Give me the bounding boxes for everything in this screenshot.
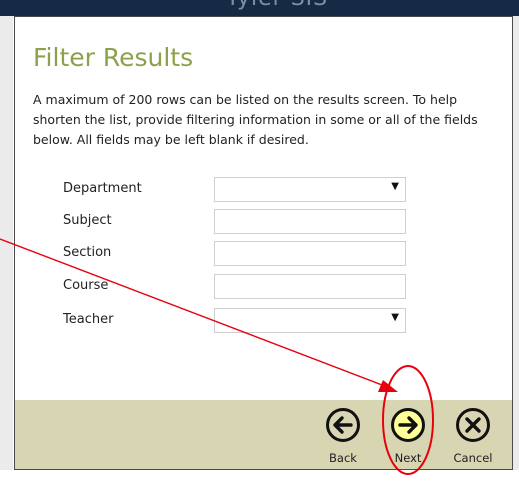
back-button[interactable]: Back <box>321 407 365 467</box>
subject-row: Subject <box>63 209 413 235</box>
department-select[interactable]: ▼ <box>214 177 406 202</box>
teacher-select[interactable]: ▼ <box>214 308 406 333</box>
department-row: Department ▼ <box>63 177 413 203</box>
dialog-button-bar: Back Next Cancel <box>15 400 512 469</box>
backdrop-bottom <box>0 470 519 497</box>
dialog-instructions: A maximum of 200 rows can be listed on t… <box>33 92 478 147</box>
section-row: Section <box>63 241 413 267</box>
backdrop-left <box>0 16 13 470</box>
app-header-backdrop: Tyler SIS <box>0 0 519 16</box>
course-label: Course <box>63 278 109 293</box>
dropdown-arrow-icon: ▼ <box>391 181 399 192</box>
arrow-left-circle-icon <box>326 408 360 442</box>
subject-label: Subject <box>63 213 112 228</box>
filter-results-dialog: Filter Results A maximum of 200 rows can… <box>14 16 513 470</box>
x-circle-icon <box>456 408 490 442</box>
next-button-label: Next <box>394 451 422 465</box>
course-row: Course <box>63 274 413 300</box>
backdrop-right <box>513 16 519 470</box>
teacher-label: Teacher <box>63 312 114 327</box>
department-label: Department <box>63 181 142 196</box>
app-logo: Tyler SIS <box>226 0 328 11</box>
course-input[interactable] <box>214 274 406 299</box>
cancel-button-label: Cancel <box>453 451 493 465</box>
dropdown-arrow-icon: ▼ <box>391 312 399 323</box>
arrow-right-circle-icon <box>391 408 425 442</box>
subject-input[interactable] <box>214 209 406 234</box>
section-label: Section <box>63 245 112 260</box>
next-button[interactable]: Next <box>386 407 430 467</box>
cancel-button[interactable]: Cancel <box>451 407 495 467</box>
teacher-row: Teacher ▼ <box>63 308 413 334</box>
dialog-title: Filter Results <box>33 43 194 72</box>
back-button-label: Back <box>329 451 357 465</box>
section-input[interactable] <box>214 241 406 266</box>
